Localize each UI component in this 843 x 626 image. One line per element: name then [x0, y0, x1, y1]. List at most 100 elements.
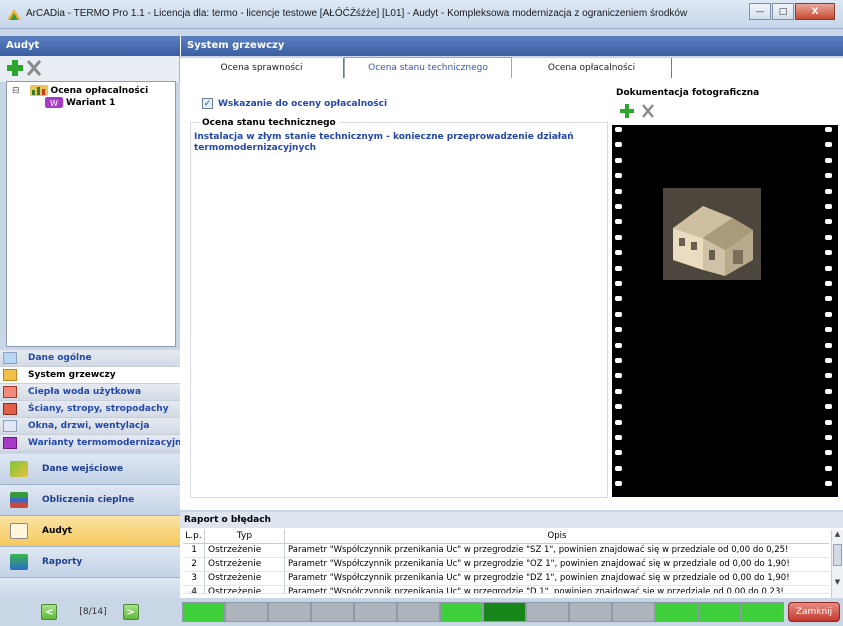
- film-hole: [615, 419, 622, 425]
- tree-root-label: Ocena opłacalności: [50, 85, 149, 96]
- row-description: Parametr "Współczynnik przenikania Uc" w…: [288, 573, 790, 583]
- row-description: Parametr "Współczynnik przenikania Uc" w…: [288, 559, 790, 569]
- film-hole: [615, 296, 622, 302]
- window-controls: — □ X: [748, 3, 835, 20]
- assessment-checkbox[interactable]: ✓: [202, 98, 213, 109]
- film-hole: [825, 127, 832, 132]
- variant-icon: [3, 437, 17, 449]
- row-description: Parametr "Współczynnik przenikania Uc" w…: [288, 545, 789, 555]
- pager: < [8/14] >: [0, 598, 180, 626]
- film-hole: [615, 265, 622, 271]
- close-window-button[interactable]: X: [795, 3, 835, 20]
- film-hole: [825, 219, 832, 225]
- collapse-icon[interactable]: ⊟: [12, 86, 20, 96]
- status-segment: [655, 602, 698, 622]
- film-hole: [615, 373, 622, 379]
- tree-child-label: Wariant 1: [66, 97, 116, 108]
- film-hole: [825, 265, 832, 271]
- variant-tree: ⊟ Ocena opłacalności W Wariant 1: [6, 81, 176, 347]
- report-scrollbar[interactable]: ▲ ▼: [831, 530, 843, 598]
- nav-item-dane-ogolne[interactable]: Dane ogólne: [0, 350, 180, 367]
- film-hole: [615, 388, 622, 394]
- status-bar: Zamknij: [180, 598, 843, 626]
- status-segment: [311, 602, 354, 622]
- film-hole: [615, 435, 622, 440]
- row-number: 1: [183, 544, 205, 557]
- column-header-typ[interactable]: Typ: [205, 530, 285, 543]
- technical-condition-legend: Ocena stanu technicznego: [199, 118, 339, 128]
- film-hole: [615, 311, 622, 317]
- column-header-opis[interactable]: Opis: [285, 530, 829, 543]
- minimize-button[interactable]: —: [749, 3, 771, 20]
- film-hole: [825, 358, 832, 363]
- add-icon[interactable]: [6, 59, 24, 77]
- film-holes-left: [615, 127, 623, 495]
- svg-text:W: W: [50, 99, 58, 108]
- main-panel-header: System grzewczy: [180, 36, 843, 56]
- assessment-checkbox-row[interactable]: ✓ Wskazanie do oceny opłacalności: [202, 98, 387, 109]
- status-segment: [526, 602, 569, 622]
- row-number: 4: [183, 586, 205, 593]
- technical-condition-text[interactable]: Instalacja w złym stanie technicznym - k…: [194, 132, 594, 154]
- nav-item-sciany[interactable]: Ściany, stropy, stropodachy: [0, 401, 180, 418]
- technical-condition-group: Ocena stanu technicznego Instalacja w zł…: [190, 118, 608, 498]
- status-segment: [440, 602, 483, 622]
- tab-ocena-oplacalnosci[interactable]: Ocena opłacalności: [512, 58, 672, 78]
- maximize-button[interactable]: □: [772, 3, 794, 20]
- app-logo-icon: [7, 9, 21, 20]
- nav-dane-wejsciowe[interactable]: Dane wejściowe: [0, 454, 180, 485]
- film-hole: [825, 419, 832, 425]
- table-row[interactable]: 2 Ostrzeżenie Parametr "Współczynnik prz…: [183, 558, 829, 572]
- left-toolbar: [0, 56, 180, 82]
- status-segment: [483, 602, 526, 622]
- table-row[interactable]: 4 Ostrzeżenie Parametr "Współczynnik prz…: [183, 586, 829, 594]
- wall-icon: [3, 403, 17, 415]
- add-photo-icon[interactable]: [620, 104, 634, 118]
- next-page-button[interactable]: >: [122, 604, 139, 620]
- film-hole: [615, 250, 622, 256]
- nav-item-okna[interactable]: Okna, drzwi, wentylacja: [0, 418, 180, 435]
- tab-ocena-stanu-technicznego[interactable]: Ocena stanu technicznego: [344, 57, 512, 78]
- nav-item-warianty[interactable]: Warianty termomodernizacyjne: [0, 435, 180, 452]
- tree-node-variant[interactable]: W Wariant 1: [45, 97, 115, 108]
- table-row[interactable]: 1 Ostrzeżenie Parametr "Współczynnik prz…: [183, 544, 829, 558]
- chart-icon: [29, 85, 48, 96]
- zamknij-button[interactable]: Zamknij: [788, 602, 840, 622]
- error-report-table: L.p. Typ Opis 1 Ostrzeżenie Parametr "Ws…: [183, 530, 829, 594]
- nav-raporty[interactable]: Raporty: [0, 547, 180, 578]
- film-hole: [825, 281, 832, 286]
- film-hole: [615, 142, 622, 148]
- film-hole: [615, 204, 622, 209]
- house-photo[interactable]: [663, 188, 761, 280]
- nav-item-system-grzewczy[interactable]: System grzewczy: [0, 367, 180, 384]
- nav-obliczenia-cieplne[interactable]: Obliczenia cieplne: [0, 485, 180, 516]
- film-hole: [615, 342, 622, 348]
- document-icon: [3, 352, 17, 364]
- audit-icon: [10, 523, 28, 539]
- nav-audyt[interactable]: Audyt: [0, 516, 180, 547]
- table-row[interactable]: 3 Ostrzeżenie Parametr "Współczynnik prz…: [183, 572, 829, 586]
- film-hole: [825, 311, 832, 317]
- row-type: Ostrzeżenie: [205, 586, 285, 593]
- tree-node-root[interactable]: ⊟ Ocena opłacalności: [12, 85, 148, 96]
- delete-photo-icon[interactable]: [642, 104, 654, 118]
- delete-icon[interactable]: [27, 59, 41, 77]
- scroll-up-icon[interactable]: ▲: [832, 530, 843, 542]
- table-header-row: L.p. Typ Opis: [183, 530, 829, 544]
- film-hole: [615, 219, 622, 225]
- status-segment: [741, 602, 784, 622]
- film-hole: [615, 281, 622, 286]
- column-header-lp[interactable]: L.p.: [183, 530, 205, 543]
- nav-item-ciepla-woda[interactable]: Ciepła woda użytkowa: [0, 384, 180, 401]
- tab-ocena-sprawnosci[interactable]: Ocena sprawności: [180, 58, 344, 78]
- status-segment: [698, 602, 741, 622]
- prev-page-button[interactable]: <: [41, 604, 58, 620]
- scroll-thumb[interactable]: [833, 544, 842, 566]
- film-hole: [615, 404, 622, 410]
- title-bar: ArCADia - TERMO Pro 1.1 - Licencja dla: …: [0, 0, 843, 29]
- scroll-down-icon[interactable]: ▼: [832, 578, 843, 590]
- film-hole: [615, 450, 622, 456]
- tap-icon: [3, 386, 17, 398]
- photo-filmstrip[interactable]: [612, 125, 838, 497]
- film-hole: [615, 465, 622, 471]
